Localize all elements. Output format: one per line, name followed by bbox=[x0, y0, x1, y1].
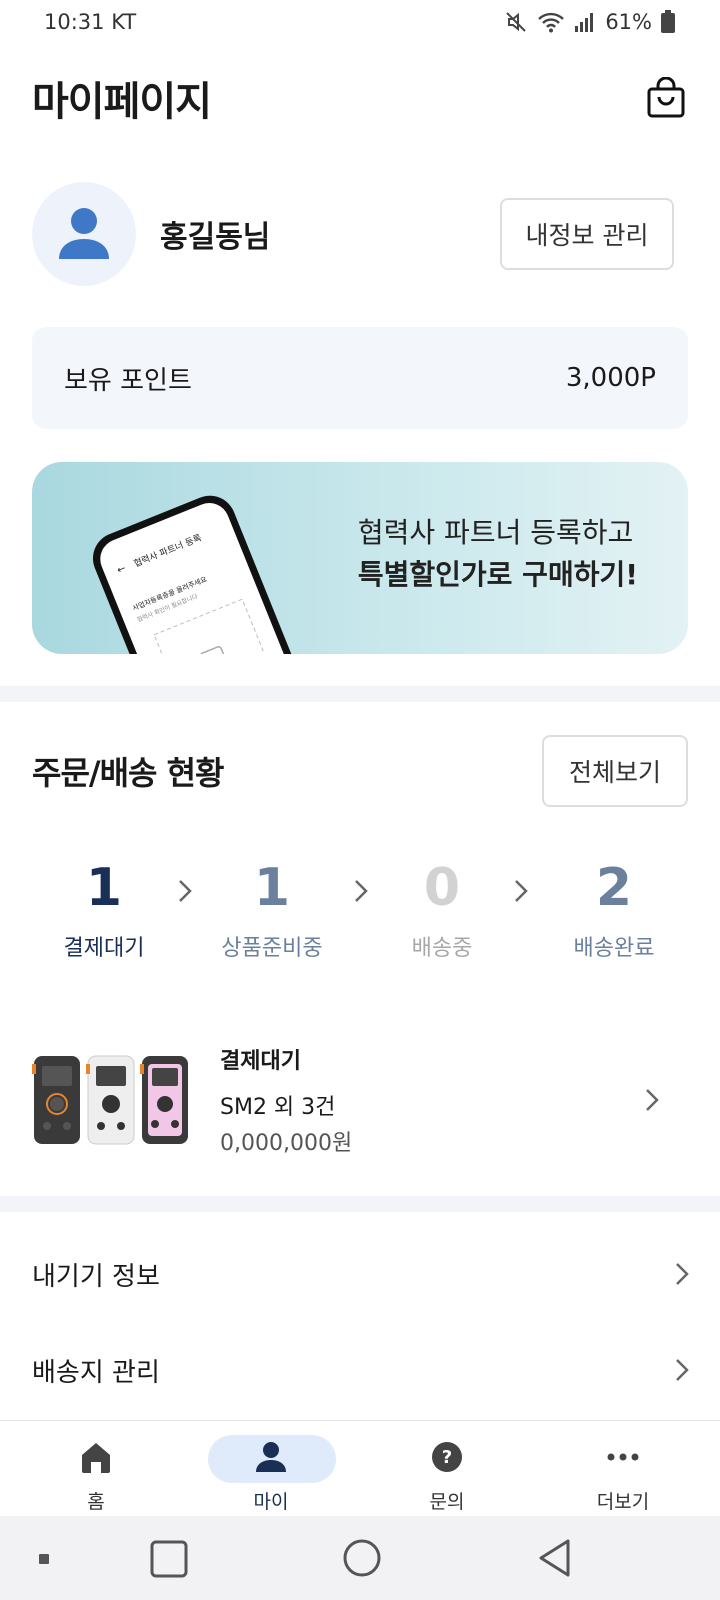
shopping-bag-icon bbox=[647, 77, 685, 118]
more-icon bbox=[607, 1453, 639, 1461]
nav-label: 마이 bbox=[253, 1491, 289, 1513]
menu-item-address[interactable]: 배송지 관리 bbox=[32, 1340, 692, 1400]
home-circle-icon[interactable] bbox=[342, 1538, 382, 1578]
step-awaiting-payment[interactable]: 1 결제대기 bbox=[24, 858, 184, 962]
nav-label: 더보기 bbox=[596, 1491, 650, 1513]
manage-profile-button[interactable]: 내정보 관리 bbox=[500, 198, 674, 270]
person-icon bbox=[256, 1442, 286, 1472]
wifi-icon bbox=[538, 12, 565, 33]
home-icon bbox=[82, 1443, 110, 1473]
shopping-bag-button[interactable] bbox=[644, 76, 688, 120]
step-count: 1 bbox=[253, 858, 291, 918]
status-bar: 10:31 KT 61% bbox=[0, 0, 720, 44]
system-nav-bar bbox=[0, 1516, 720, 1600]
status-icons: 61% bbox=[505, 10, 676, 34]
mute-icon bbox=[506, 12, 527, 32]
step-preparing[interactable]: 1 상품준비중 bbox=[192, 858, 352, 962]
order-status: 결제대기 bbox=[220, 1049, 301, 1074]
promo-line1: 협력사 파트너 등록하고 bbox=[357, 516, 634, 549]
partner-promo-banner[interactable]: ← 협력사 파트너 등록 사업자등록증을 올려주세요 협력사 확인이 필요합니다… bbox=[32, 462, 688, 654]
signal-icon bbox=[575, 13, 594, 32]
battery-icon bbox=[661, 10, 675, 33]
page-title: 마이페이지 bbox=[32, 79, 212, 125]
order-item[interactable]: 결제대기 SM2 외 3건 0,000,000원 bbox=[32, 1030, 688, 1170]
menu-label: 배송지 관리 bbox=[32, 1357, 160, 1388]
person-icon bbox=[59, 208, 109, 259]
status-time: 10:31 KT bbox=[44, 10, 137, 34]
promo-text: 협력사 파트너 등록하고 특별할인가로 구매하기! bbox=[358, 512, 638, 596]
order-details: 결제대기 SM2 외 3건 0,000,000원 bbox=[220, 1043, 640, 1157]
question-icon: ? bbox=[432, 1442, 462, 1472]
battery-level: 61% bbox=[605, 10, 652, 34]
promo-line2: 특별할인가로 구매하기! bbox=[357, 558, 638, 591]
section-divider bbox=[0, 686, 720, 702]
orders-title: 주문/배송 현황 bbox=[32, 754, 224, 792]
nav-my[interactable]: 마이 bbox=[206, 1435, 336, 1514]
points-value: 3,000P bbox=[565, 363, 656, 393]
chevron-right-icon bbox=[515, 880, 528, 902]
order-status-steps: 1 결제대기 1 상품준비중 0 배송중 2 배송완료 bbox=[32, 858, 688, 968]
step-count: 0 bbox=[423, 858, 461, 918]
product-image bbox=[32, 1056, 80, 1144]
chevron-right-icon bbox=[646, 1089, 659, 1111]
user-name: 홍길동님 bbox=[160, 220, 271, 255]
nav-inquiry[interactable]: ? 문의 bbox=[382, 1435, 512, 1514]
menu-label: 내기기 정보 bbox=[32, 1261, 160, 1292]
step-count: 2 bbox=[595, 858, 633, 918]
nav-home[interactable]: 홈 bbox=[31, 1435, 161, 1514]
nav-label: 문의 bbox=[429, 1491, 465, 1513]
order-price: 0,000,000원 bbox=[220, 1131, 353, 1156]
svg-text:?: ? bbox=[442, 1447, 452, 1468]
step-delivered[interactable]: 2 배송완료 bbox=[534, 858, 694, 962]
profile-section: 홍길동님 내정보 관리 bbox=[32, 182, 674, 286]
section-divider bbox=[0, 1196, 720, 1212]
phone-illustration: ← 협력사 파트너 등록 사업자등록증을 올려주세요 협력사 확인이 필요합니다 bbox=[92, 495, 300, 654]
nav-more[interactable]: 더보기 bbox=[558, 1435, 688, 1514]
view-all-orders-button[interactable]: 전체보기 bbox=[542, 735, 688, 807]
orders-header: 주문/배송 현황 전체보기 bbox=[32, 735, 688, 807]
product-image bbox=[140, 1056, 188, 1144]
step-label: 배송중 bbox=[411, 936, 473, 961]
step-count: 1 bbox=[85, 858, 123, 918]
step-shipping[interactable]: 0 배송중 bbox=[362, 858, 522, 962]
chevron-right-icon bbox=[676, 1359, 689, 1381]
product-image bbox=[86, 1055, 135, 1145]
step-label: 배송완료 bbox=[573, 936, 655, 961]
small-square-icon[interactable] bbox=[38, 1553, 50, 1565]
step-label: 상품준비중 bbox=[221, 936, 323, 961]
nav-label: 홈 bbox=[87, 1491, 105, 1513]
points-label: 보유 포인트 bbox=[64, 365, 192, 396]
product-thumbnails bbox=[32, 1054, 190, 1146]
points-card: 보유 포인트 3,000P bbox=[32, 327, 688, 429]
back-icon[interactable] bbox=[536, 1538, 574, 1578]
bottom-nav: 홈 마이 ? 문의 더보기 bbox=[0, 1420, 720, 1516]
recent-apps-icon[interactable] bbox=[150, 1540, 188, 1578]
app-header: 마이페이지 bbox=[0, 60, 720, 136]
avatar bbox=[32, 182, 136, 286]
step-label: 결제대기 bbox=[63, 936, 145, 961]
order-product-name: SM2 외 3건 bbox=[220, 1095, 336, 1120]
menu-item-device-info[interactable]: 내기기 정보 bbox=[32, 1244, 692, 1304]
chevron-right-icon bbox=[676, 1263, 689, 1285]
